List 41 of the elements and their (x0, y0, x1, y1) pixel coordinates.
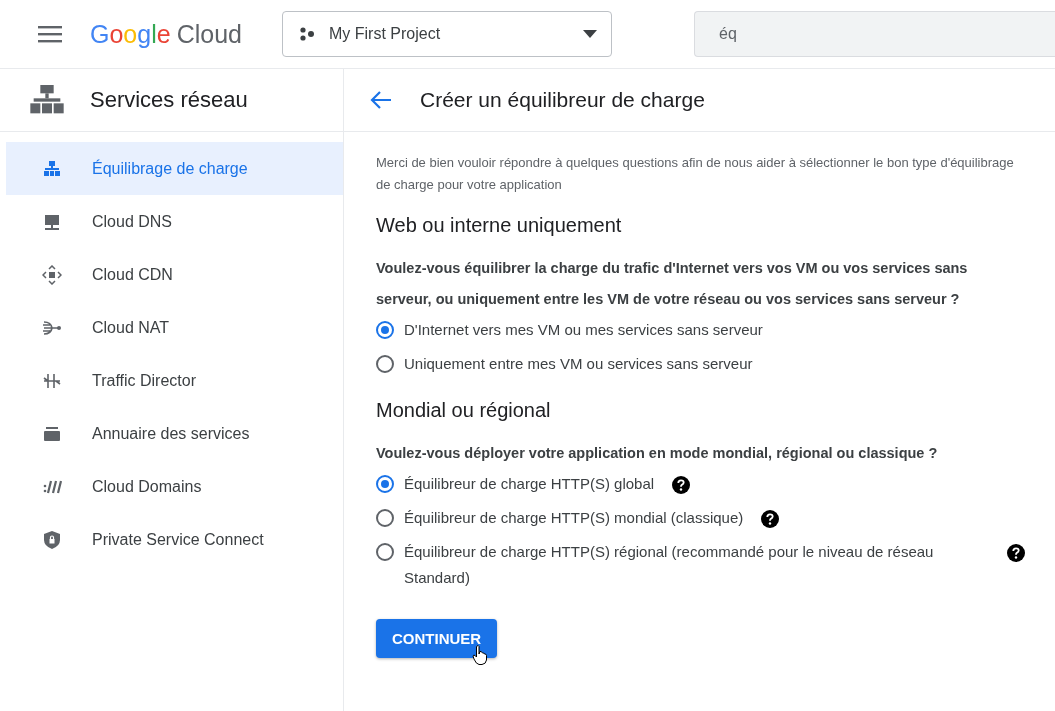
hierarchy-icon (42, 158, 62, 179)
radio-button[interactable] (376, 355, 394, 373)
shield-lock-icon (42, 529, 62, 550)
question-text: Voulez-vous déployer votre application en mode mondial, régional ou classique ? (376, 444, 939, 463)
radio-button[interactable] (376, 475, 394, 493)
radio-button[interactable] (376, 509, 394, 527)
sidebar-item[interactable]: Private Service Connect (6, 513, 343, 566)
section-heading: Mondial ou régional (376, 399, 552, 422)
dropdown-arrow-icon (583, 30, 597, 38)
option-label: Équilibreur de charge HTTP(S) régional (recommandé pour le niveau de réseau Standard) (404, 542, 935, 588)
arrows-icon (42, 264, 62, 285)
help-icon[interactable] (761, 510, 780, 528)
sidebar-item[interactable]: Cloud Domains (6, 460, 343, 513)
search-field[interactable]: éq (694, 11, 1055, 57)
radio-button[interactable] (376, 543, 394, 561)
back-arrow-icon[interactable] (370, 90, 392, 110)
sidebar-item[interactable]: Traffic Director (6, 354, 343, 407)
intro-text: Merci de bien vouloir répondre à quelques questions afin de nous aider à sélectionner le bon type d'équilibrage de charge pour votre application (376, 154, 1015, 194)
help-icon[interactable] (1007, 544, 1025, 562)
option-label: Uniquement entre mes VM ou services sans serveur (404, 354, 753, 374)
option-label: Équilibreur de charge HTTP(S) global (404, 474, 655, 494)
help-icon[interactable] (672, 476, 691, 494)
sidebar-item[interactable]: Équilibrage de charge (6, 142, 343, 195)
menu-icon[interactable] (38, 25, 62, 43)
network-hierarchy-icon (30, 85, 64, 115)
section-heading: Web ou interne uniquement (376, 214, 623, 237)
continue-button[interactable]: CONTINUER (376, 619, 498, 658)
sidebar-item[interactable]: Cloud NAT (6, 301, 343, 354)
project-selector[interactable]: My First Project (282, 11, 612, 57)
option-label: D'Internet vers mes VM ou mes services sans serveur (404, 320, 763, 340)
question-text: Voulez-vous équilibrer la charge du trafic d'Internet vers vos VM ou vos services sans serveur, ou uniquement entre les VM de votre réseau ou vos services sans serveur ? (376, 259, 969, 309)
radio-button[interactable] (376, 321, 394, 339)
sidebar-item[interactable]: Annuaire des services (6, 407, 343, 460)
sidebar-item[interactable]: Cloud CDN (6, 248, 343, 301)
option-label: Équilibreur de charge HTTP(S) mondial (classique) (404, 508, 744, 528)
project-dots-icon (299, 27, 317, 41)
hand-cursor-icon (472, 645, 488, 665)
page-title: Créer un équilibreur de charge (420, 88, 705, 112)
sidebar-item[interactable]: Cloud DNS (6, 195, 343, 248)
section-title: Services réseau (90, 87, 248, 113)
google-cloud-logo[interactable]: Google Cloud (90, 19, 260, 49)
